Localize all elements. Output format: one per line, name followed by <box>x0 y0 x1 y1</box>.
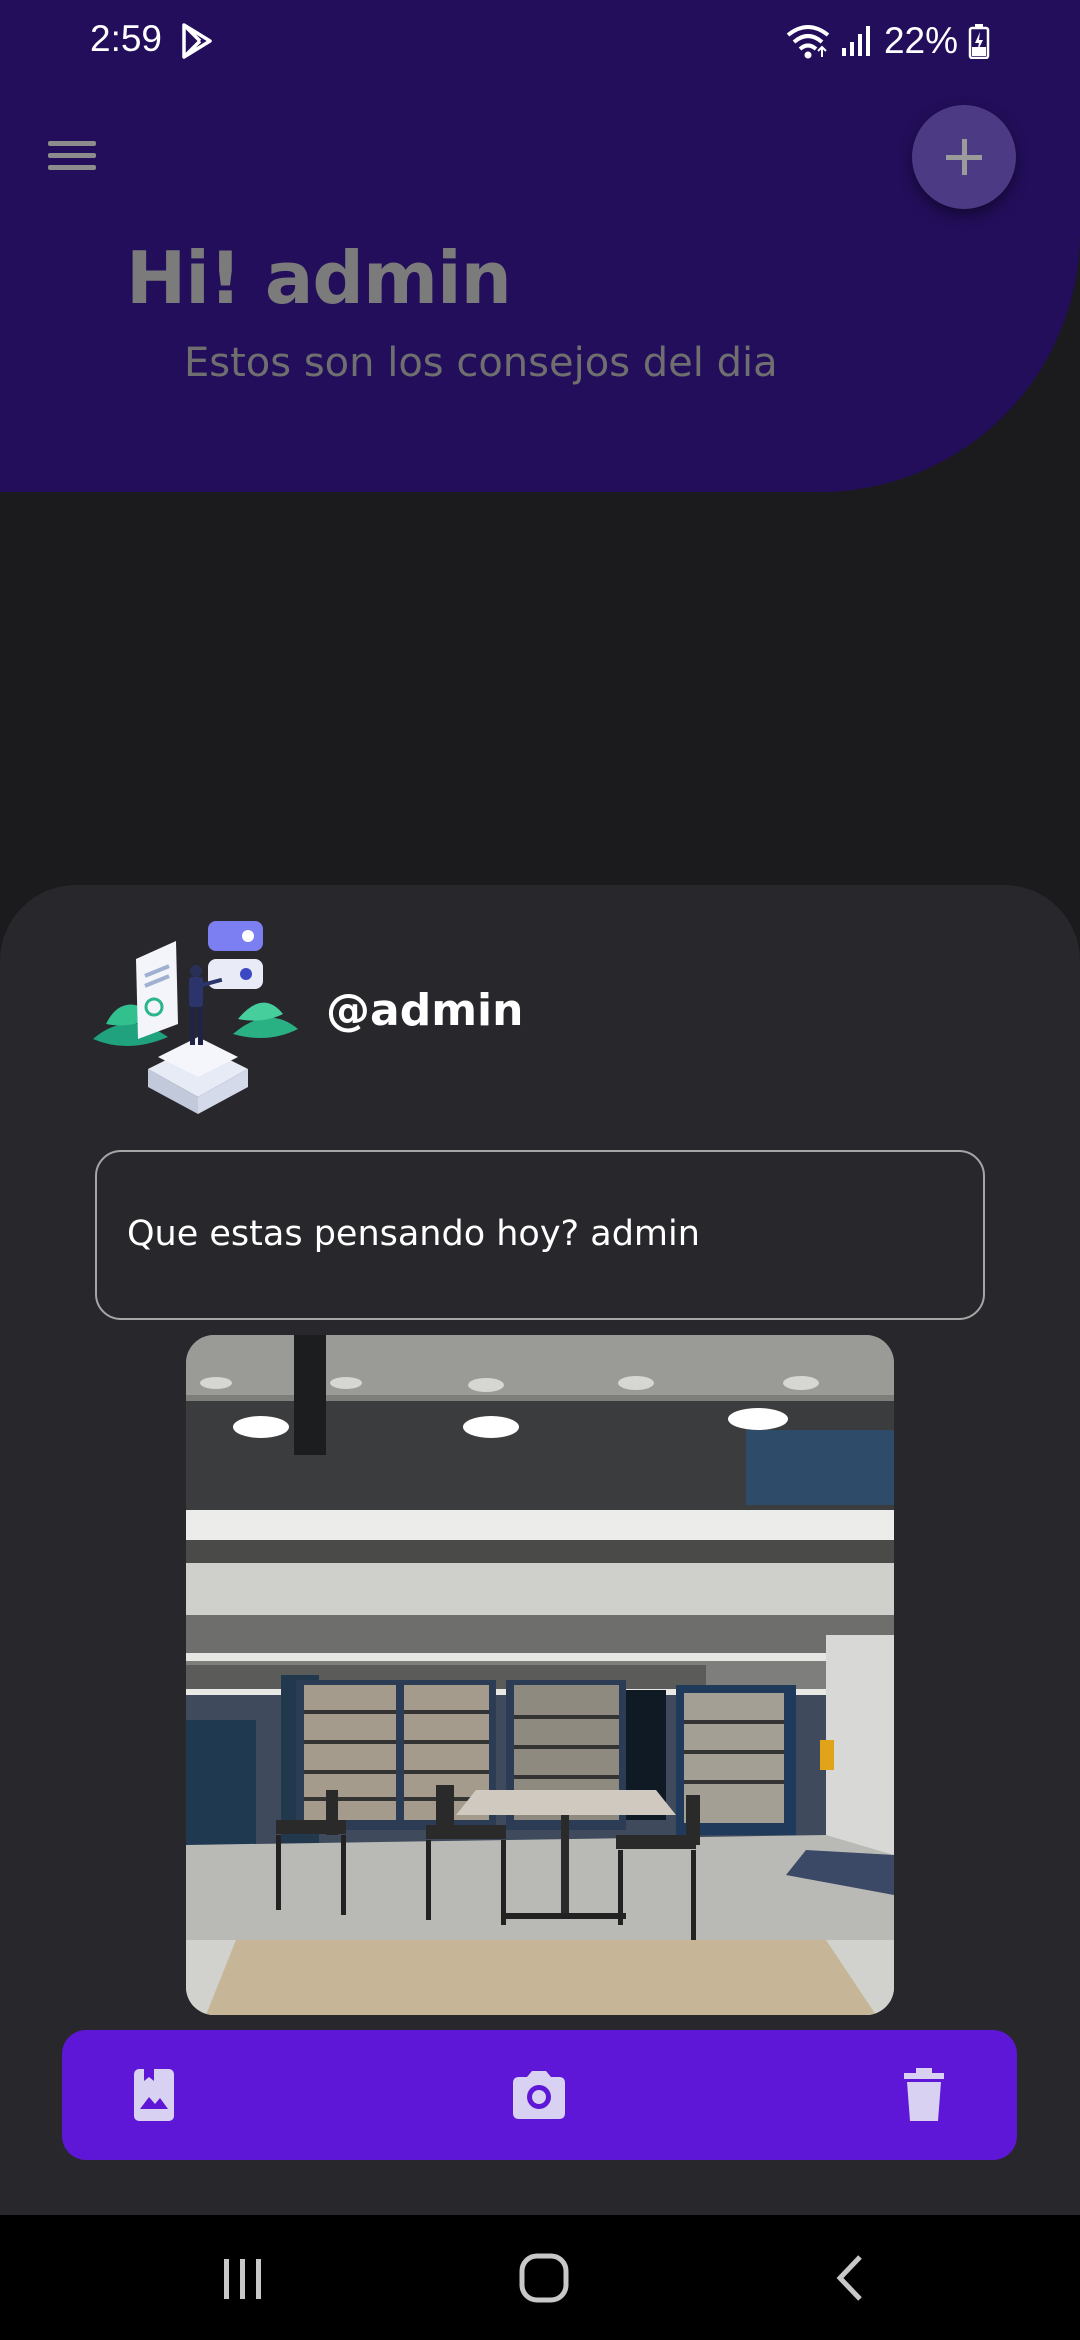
add-button[interactable] <box>912 105 1016 209</box>
trash-icon <box>904 2068 944 2121</box>
home-button[interactable] <box>514 2251 574 2305</box>
recent-apps-button[interactable] <box>212 2251 272 2305</box>
menu-button[interactable] <box>44 130 102 180</box>
delete-button[interactable] <box>892 2063 956 2127</box>
status-icons: 22% <box>786 16 990 66</box>
greeting-title: Hi! admin <box>126 236 512 320</box>
library-photo <box>186 1335 894 2015</box>
avatar <box>93 921 298 1114</box>
image-bookmark-icon <box>134 2069 174 2121</box>
post-composer-sheet: @admin Que estas pensando hoy? admin <box>0 885 1080 2215</box>
plus-icon <box>946 139 982 175</box>
home-icon <box>519 2253 569 2303</box>
recent-apps-icon <box>224 2259 261 2299</box>
back-icon <box>836 2255 862 2301</box>
back-button[interactable] <box>820 2251 880 2305</box>
battery-charging-icon <box>968 24 990 59</box>
attached-photo <box>186 1335 894 2015</box>
greeting-subtitle: Estos son los consejos del dia <box>184 340 778 386</box>
menu-icon <box>48 141 96 170</box>
status-bar: 2:59 22% <box>0 0 1080 84</box>
camera-icon <box>513 2071 565 2119</box>
play-store-icon <box>182 23 212 59</box>
post-text-input[interactable]: Que estas pensando hoy? admin <box>95 1150 985 1320</box>
post-text-value: Que estas pensando hoy? admin <box>127 1214 700 1254</box>
composer-action-bar <box>62 2030 1017 2160</box>
wifi-icon <box>786 25 830 59</box>
camera-button[interactable] <box>507 2063 571 2127</box>
battery-percent: 22% <box>883 20 958 61</box>
screen: 2:59 22% Hi! admin Estos son los consejo… <box>0 0 1080 2340</box>
username: @admin <box>326 985 524 1036</box>
status-time: 2:59 <box>90 18 163 59</box>
gallery-button[interactable] <box>122 2063 186 2127</box>
system-nav-bar <box>0 2215 1080 2340</box>
signal-icon <box>841 26 870 56</box>
